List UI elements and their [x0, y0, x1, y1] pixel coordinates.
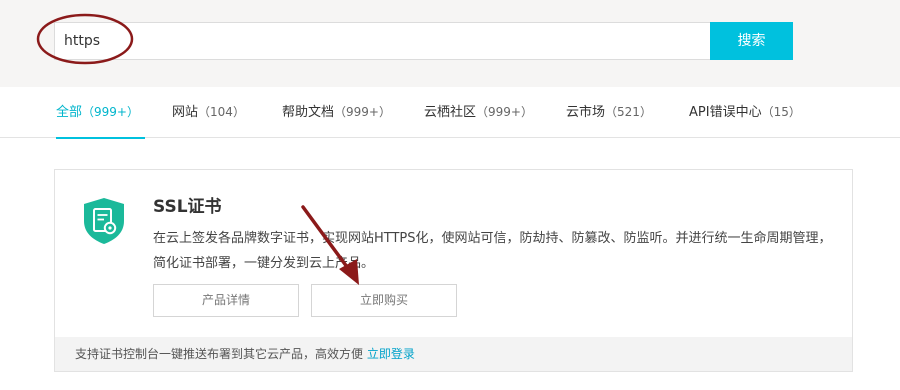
- product-details-button[interactable]: 产品详情: [153, 284, 299, 317]
- tab-label: 帮助文档: [282, 105, 335, 120]
- tab-count: 104: [210, 105, 233, 119]
- tab-count-open: （: [476, 105, 489, 119]
- search-bar-area: https 搜索: [0, 0, 900, 87]
- tab-count-close: ）: [788, 105, 801, 119]
- tab-count: 521: [617, 105, 640, 119]
- search-button[interactable]: 搜索: [710, 22, 793, 60]
- tab-count-open: （: [198, 105, 211, 119]
- tab-label: 网站: [172, 105, 199, 120]
- result-description: 在云上签发各品牌数字证书，实现网站HTTPS化，使网站可信，防劫持、防篡改、防监…: [153, 231, 832, 271]
- tab-count: 15: [773, 105, 789, 119]
- tab-count-open: （: [334, 105, 347, 119]
- tab-count-close: ）: [379, 105, 392, 119]
- tab-label: 云栖社区: [424, 105, 477, 120]
- tab-all[interactable]: 全部（999+）: [56, 87, 146, 139]
- login-link[interactable]: 立即登录: [367, 347, 415, 361]
- footer-text: 支持证书控制台一键推送布署到其它云产品，高效方便: [75, 347, 364, 361]
- tab-marketplace[interactable]: 云市场（521）: [566, 87, 652, 138]
- tab-api-error-center[interactable]: API错误中心（15）: [689, 87, 801, 138]
- tab-label: 云市场: [566, 105, 606, 120]
- tab-count-close: ）: [521, 105, 534, 119]
- tab-website[interactable]: 网站（104）: [172, 87, 245, 138]
- tab-community[interactable]: 云栖社区（999+）: [424, 87, 533, 138]
- result-category-tabs: 全部（999+） 网站（104） 帮助文档（999+） 云栖社区（999+） 云…: [0, 87, 900, 139]
- tab-count: 999+: [488, 105, 521, 119]
- tab-count-open: （: [605, 105, 618, 119]
- tab-count-close: ）: [232, 105, 245, 119]
- tab-help-docs[interactable]: 帮助文档（999+）: [282, 87, 391, 138]
- tab-count: 999+: [346, 105, 379, 119]
- result-card-ssl: SSL证书 在云上签发各品牌数字证书，实现网站HTTPS化，使网站可信，防劫持、…: [54, 169, 853, 372]
- result-title[interactable]: SSL证书: [153, 192, 222, 217]
- tab-count-close: ）: [127, 105, 140, 119]
- tab-label: API错误中心: [689, 105, 762, 120]
- tab-count: 999+: [94, 105, 127, 119]
- ssl-certificate-shield-icon: [84, 198, 124, 244]
- tab-label: 全部: [56, 105, 83, 120]
- search-input[interactable]: https: [54, 22, 710, 60]
- tab-count-close: ）: [639, 105, 652, 119]
- tab-count-open: （: [82, 105, 95, 119]
- tab-count-open: （: [761, 105, 774, 119]
- result-footer: 支持证书控制台一键推送布署到其它云产品，高效方便 立即登录: [55, 337, 852, 371]
- buy-now-button[interactable]: 立即购买: [311, 284, 457, 317]
